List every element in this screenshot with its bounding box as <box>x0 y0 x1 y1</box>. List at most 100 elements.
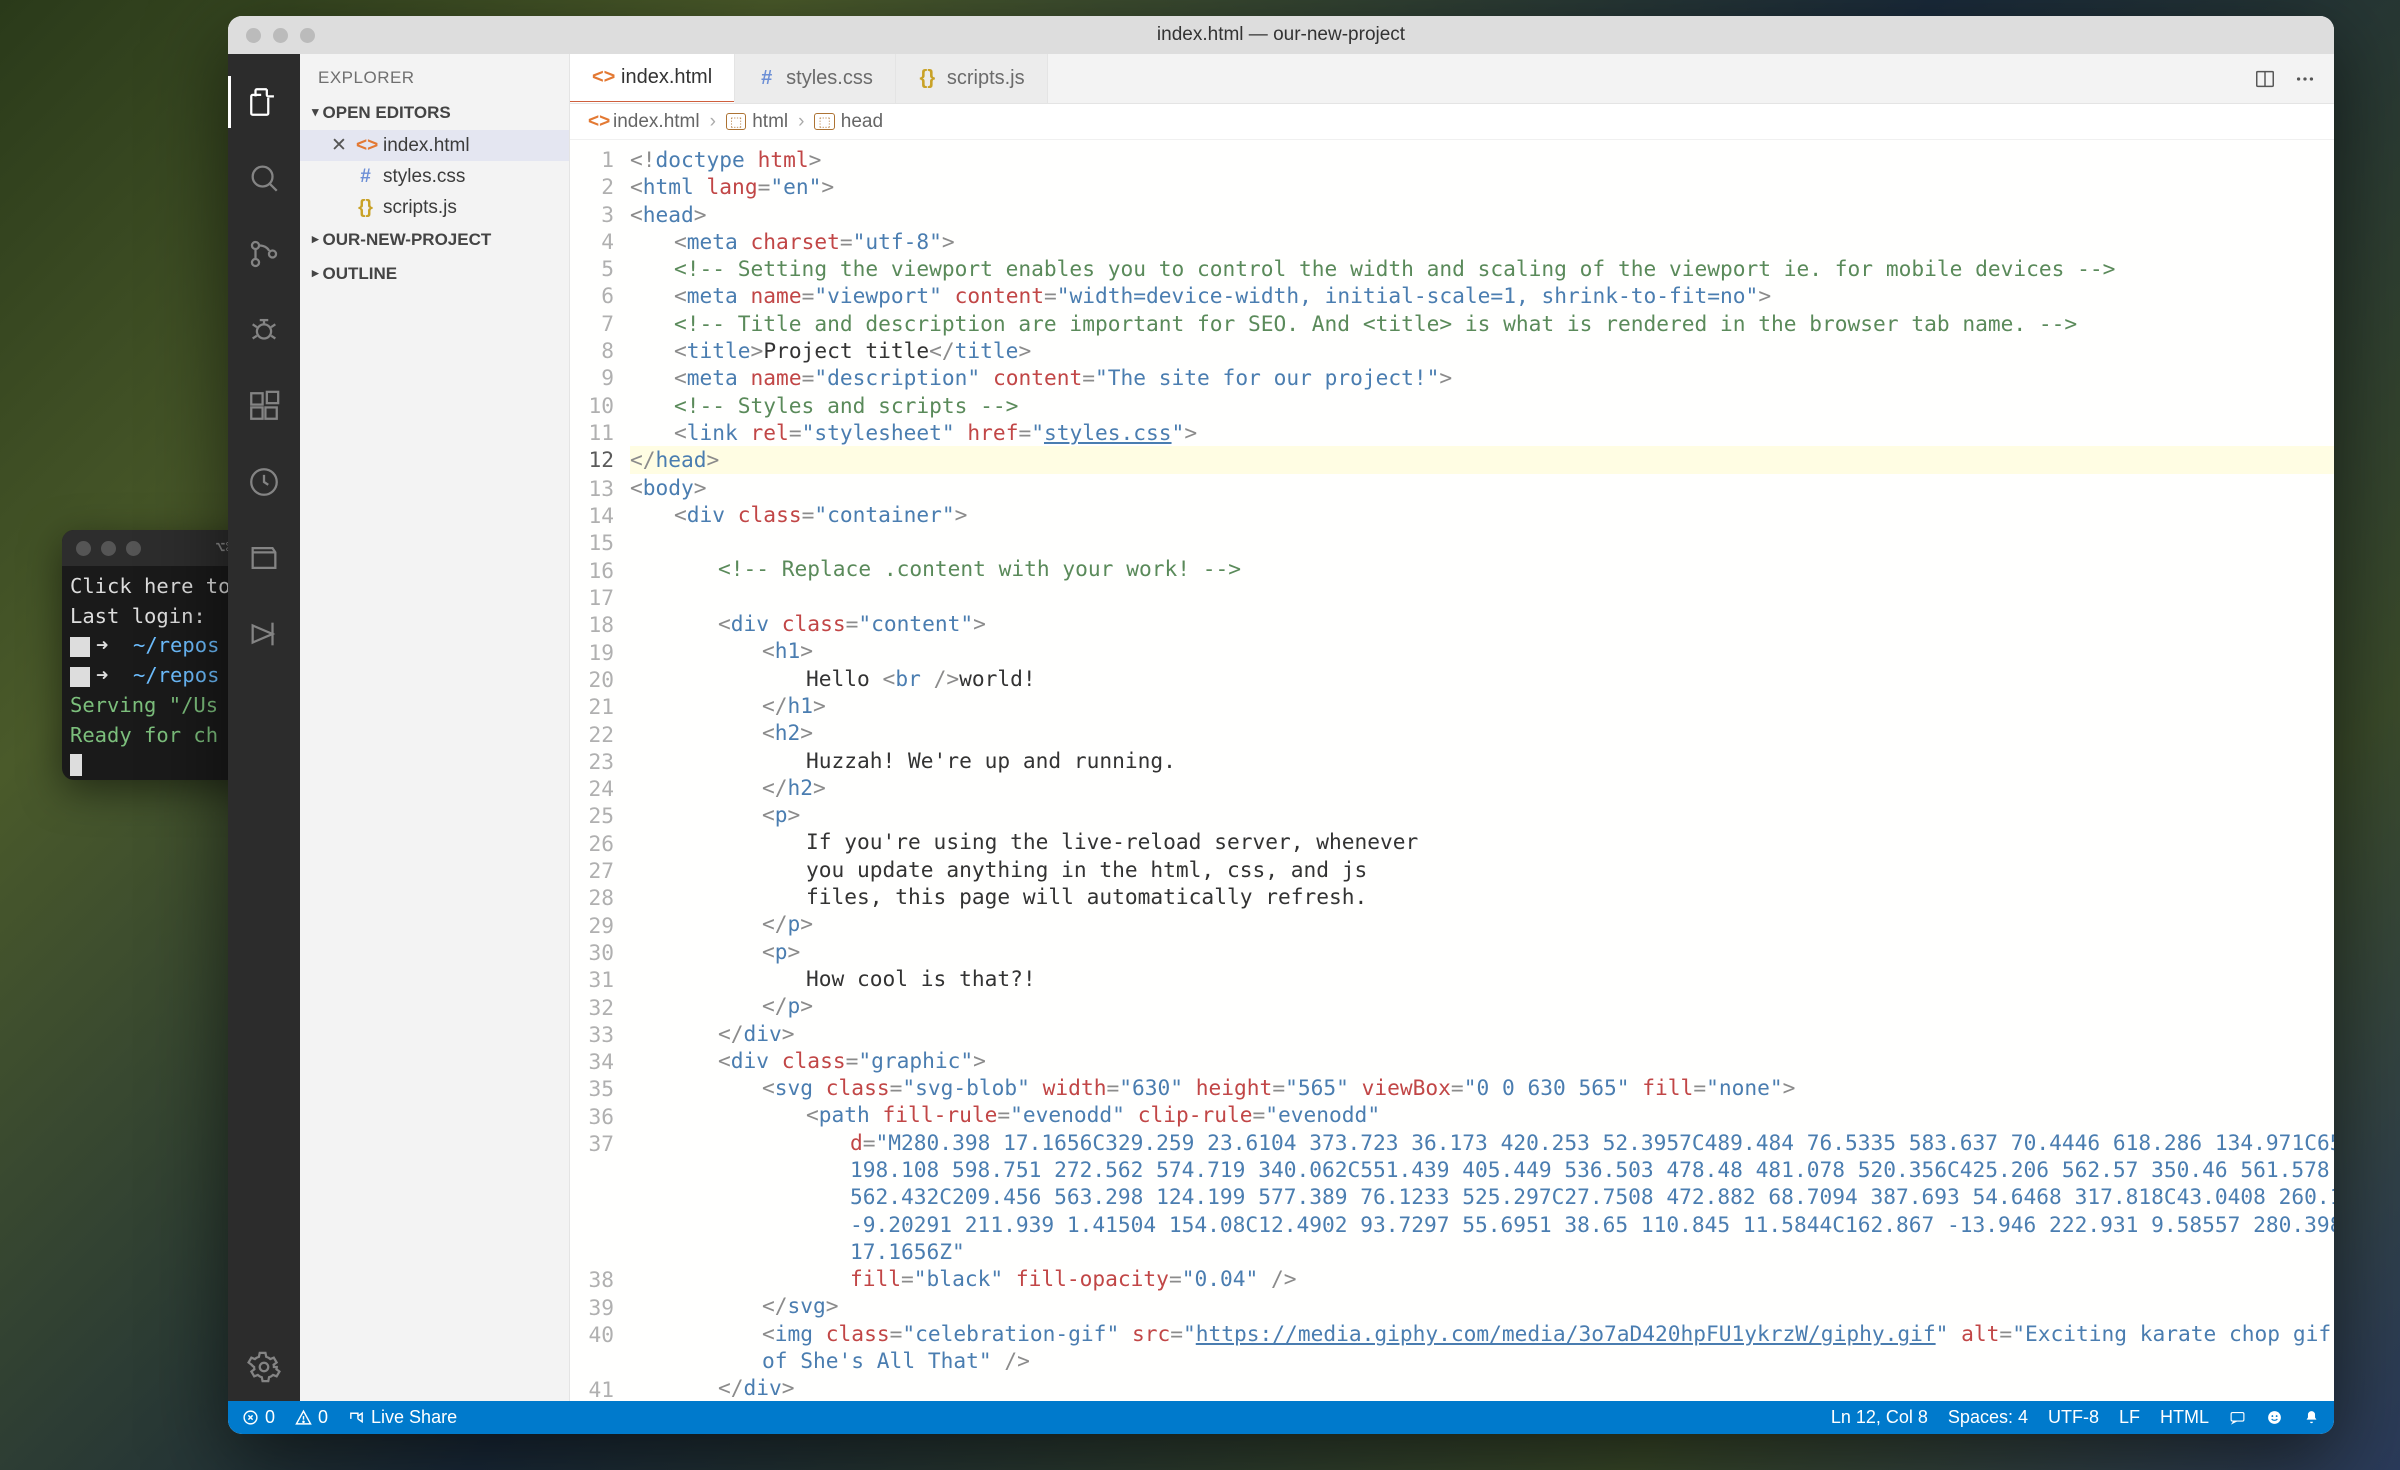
code-line[interactable]: <!-- Setting the viewport enables you to… <box>630 255 2334 282</box>
editor-tab[interactable]: #styles.css <box>735 54 896 103</box>
code-line[interactable] <box>630 528 2334 555</box>
more-actions-icon[interactable] <box>2294 68 2316 90</box>
status-bell-icon[interactable] <box>2303 1409 2320 1426</box>
activity-source-control-icon[interactable] <box>228 220 300 288</box>
traffic-light-minimize[interactable] <box>101 541 116 556</box>
code-line[interactable]: If you're using the live-reload server, … <box>630 828 2334 855</box>
breadcrumb-item[interactable]: html <box>752 111 788 133</box>
code-line[interactable]: fill="black" fill-opacity="0.04" /> <box>630 1265 2334 1292</box>
term-block-icon <box>70 667 90 687</box>
status-smiley-icon[interactable] <box>2266 1409 2283 1426</box>
code-line[interactable]: <div class="graphic"> <box>630 1047 2334 1074</box>
status-indentation[interactable]: Spaces: 4 <box>1948 1407 2028 1428</box>
breadcrumbs[interactable]: <>index.html › ⬚html › ⬚head <box>570 104 2334 140</box>
code-editor[interactable]: 1234567891011121314151617181920212223242… <box>570 140 2334 1401</box>
activity-live-share-icon[interactable] <box>228 600 300 668</box>
open-editor-item[interactable]: ✕{}scripts.js <box>300 192 569 223</box>
term-path: ~/repos <box>121 633 220 657</box>
titlebar[interactable]: index.html — our-new-project <box>228 16 2334 54</box>
code-line[interactable]: <path fill-rule="evenodd" clip-rule="eve… <box>630 1101 2334 1128</box>
editor-tab[interactable]: <>index.html <box>570 54 735 103</box>
status-errors[interactable]: 0 <box>242 1407 275 1428</box>
open-editor-item[interactable]: ✕#styles.css <box>300 161 569 192</box>
code-line[interactable]: of She's All That" /> <box>630 1347 2334 1374</box>
code-line[interactable]: <h2> <box>630 719 2334 746</box>
status-language[interactable]: HTML <box>2160 1407 2209 1428</box>
code-line[interactable] <box>630 583 2334 610</box>
status-feedback-icon[interactable] <box>2229 1409 2246 1426</box>
status-eol[interactable]: LF <box>2119 1407 2140 1428</box>
code-line[interactable]: <link rel="stylesheet" href="styles.css"… <box>630 419 2334 446</box>
file-name: styles.css <box>383 166 465 188</box>
breadcrumb-item[interactable]: head <box>841 111 883 133</box>
code-line[interactable]: <!-- Replace .content with your work! --… <box>630 555 2334 582</box>
code-line[interactable]: <!-- Title and description are important… <box>630 310 2334 337</box>
code-line[interactable]: <p> <box>630 938 2334 965</box>
traffic-light-close[interactable] <box>76 541 91 556</box>
code-line[interactable]: <h1> <box>630 637 2334 664</box>
code-line[interactable]: </h1> <box>630 692 2334 719</box>
code-line[interactable]: <head> <box>630 201 2334 228</box>
activity-debug-icon[interactable] <box>228 296 300 364</box>
breadcrumb-item[interactable]: index.html <box>613 111 700 133</box>
activity-extensions-icon[interactable] <box>228 372 300 440</box>
code-line[interactable]: </div> <box>630 1374 2334 1401</box>
html-file-icon: <> <box>592 66 611 89</box>
status-encoding[interactable]: UTF-8 <box>2048 1407 2099 1428</box>
open-editors-section[interactable]: ▾OPEN EDITORS <box>300 96 569 130</box>
code-line[interactable]: d="M280.398 17.1656C329.259 23.6104 373.… <box>630 1129 2334 1156</box>
activity-settings-icon[interactable] <box>228 1333 300 1401</box>
code-line[interactable]: How cool is that?! <box>630 965 2334 992</box>
code-line[interactable]: 17.1656Z" <box>630 1238 2334 1265</box>
code-line[interactable]: <title>Project title</title> <box>630 337 2334 364</box>
activity-search-icon[interactable] <box>228 144 300 212</box>
file-name: index.html <box>383 135 470 157</box>
code-line[interactable]: 198.108 598.751 272.562 574.719 340.062C… <box>630 1156 2334 1183</box>
code-line[interactable]: <div class="container"> <box>630 501 2334 528</box>
code-line[interactable]: <p> <box>630 801 2334 828</box>
status-cursor-position[interactable]: Ln 12, Col 8 <box>1831 1407 1928 1428</box>
code-line[interactable]: Huzzah! We're up and running. <box>630 747 2334 774</box>
term-line: Last login: <box>70 604 218 628</box>
code-line[interactable]: <!doctype html> <box>630 146 2334 173</box>
code-line[interactable]: <div class="content"> <box>630 610 2334 637</box>
code-line[interactable]: files, this page will automatically refr… <box>630 883 2334 910</box>
editor-tab[interactable]: {}scripts.js <box>896 54 1048 103</box>
outline-section[interactable]: ▸OUTLINE <box>300 257 569 291</box>
vscode-window: index.html — our-new-project EXPLORER ▾O… <box>228 16 2334 1434</box>
code-line[interactable]: </p> <box>630 992 2334 1019</box>
code-line[interactable]: <body> <box>630 474 2334 501</box>
code-line[interactable]: <meta name="description" content="The si… <box>630 364 2334 391</box>
code-line[interactable]: <meta name="viewport" content="width=dev… <box>630 282 2334 309</box>
term-status: Serving "/Us <box>70 693 218 717</box>
code-line[interactable]: <meta charset="utf-8"> <box>630 228 2334 255</box>
code-line[interactable]: you update anything in the html, css, an… <box>630 856 2334 883</box>
code-line[interactable]: 562.432C209.456 563.298 124.199 577.389 … <box>630 1183 2334 1210</box>
code-line[interactable]: <img class="celebration-gif" src="https:… <box>630 1320 2334 1347</box>
tab-label: scripts.js <box>947 67 1025 90</box>
activity-remote-icon[interactable] <box>228 448 300 516</box>
code-line[interactable]: <!-- Styles and scripts --> <box>630 392 2334 419</box>
split-editor-icon[interactable] <box>2254 68 2276 90</box>
code-line[interactable]: <svg class="svg-blob" width="630" height… <box>630 1074 2334 1101</box>
editor-group: <>index.html#styles.css{}scripts.js <>in… <box>570 54 2334 1401</box>
html-file-icon: <> <box>588 111 607 133</box>
project-section[interactable]: ▸OUR-NEW-PROJECT <box>300 223 569 257</box>
activity-explorer-icon[interactable] <box>228 68 300 136</box>
term-block-icon <box>70 637 90 657</box>
code-line[interactable]: <html lang="en"> <box>630 173 2334 200</box>
status-warnings[interactable]: 0 <box>295 1407 328 1428</box>
open-editor-item[interactable]: ✕<>index.html <box>300 130 569 161</box>
code-line[interactable]: </div> <box>630 1020 2334 1047</box>
code-line[interactable]: -9.20291 211.939 1.41504 154.08C12.4902 … <box>630 1211 2334 1238</box>
status-live-share[interactable]: Live Share <box>348 1407 457 1428</box>
traffic-light-zoom[interactable] <box>126 541 141 556</box>
activity-terminal-shortcut-icon[interactable] <box>228 524 300 592</box>
close-icon[interactable]: ✕ <box>330 134 348 157</box>
sidebar-title: EXPLORER <box>300 54 569 96</box>
code-line[interactable]: </h2> <box>630 774 2334 801</box>
code-line[interactable]: </p> <box>630 910 2334 937</box>
code-line[interactable]: </head> <box>630 446 2334 473</box>
code-line[interactable]: </svg> <box>630 1292 2334 1319</box>
code-line[interactable]: Hello <br />world! <box>630 665 2334 692</box>
